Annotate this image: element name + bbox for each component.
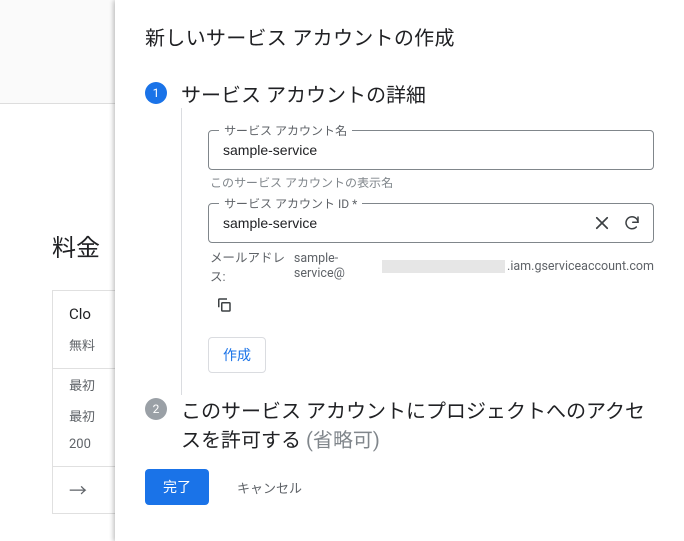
service-account-name-helper: このサービス アカウントの表示名	[210, 174, 654, 191]
backdrop-page-title: 料金	[52, 228, 100, 263]
copy-email-button[interactable]	[210, 291, 238, 319]
step-1-body: サービス アカウント名 このサービス アカウントの表示名 サービス アカウント …	[181, 108, 654, 395]
service-account-email-row: メールアドレス: sample-service@ .iam.gserviceac…	[210, 247, 654, 285]
clear-icon[interactable]	[593, 214, 611, 232]
email-project-redacted	[382, 260, 505, 273]
cancel-button[interactable]: キャンセル	[231, 477, 308, 498]
dialog-title: 新しいサービス アカウントの作成	[145, 22, 654, 51]
dialog-footer: 完了 キャンセル	[145, 469, 654, 505]
step-2-header[interactable]: 2 このサービス アカウントにプロジェクトへのアクセスを許可する (省略可)	[145, 395, 654, 453]
step-1-header: 1 サービス アカウントの詳細	[145, 79, 654, 108]
step-2-title-main: このサービス アカウントにプロジェクトへのアクセスを許可する	[181, 399, 645, 452]
email-prefix: メールアドレス:	[210, 247, 292, 285]
refresh-icon[interactable]	[623, 214, 641, 232]
email-local: sample-service@	[294, 251, 380, 281]
step-1-title: サービス アカウントの詳細	[181, 79, 426, 108]
step-badge-1: 1	[145, 82, 167, 104]
create-service-account-dialog: 新しいサービス アカウントの作成 1 サービス アカウントの詳細 サービス アカ…	[115, 0, 684, 541]
create-button[interactable]: 作成	[208, 337, 266, 373]
done-button[interactable]: 完了	[145, 469, 209, 505]
service-account-id-field[interactable]: サービス アカウント ID *	[208, 203, 654, 243]
service-account-id-label: サービス アカウント ID *	[219, 195, 362, 212]
email-suffix: .iam.gserviceaccount.com	[507, 259, 654, 274]
service-account-id-input[interactable]	[221, 214, 593, 232]
step-badge-2: 2	[145, 398, 167, 420]
service-account-name-label: サービス アカウント名	[219, 122, 352, 139]
step-2-title: このサービス アカウントにプロジェクトへのアクセスを許可する (省略可)	[181, 395, 654, 453]
service-account-name-field[interactable]: サービス アカウント名	[208, 130, 654, 170]
service-account-name-input[interactable]	[221, 141, 641, 159]
step-2-title-optional: (省略可)	[306, 428, 380, 452]
